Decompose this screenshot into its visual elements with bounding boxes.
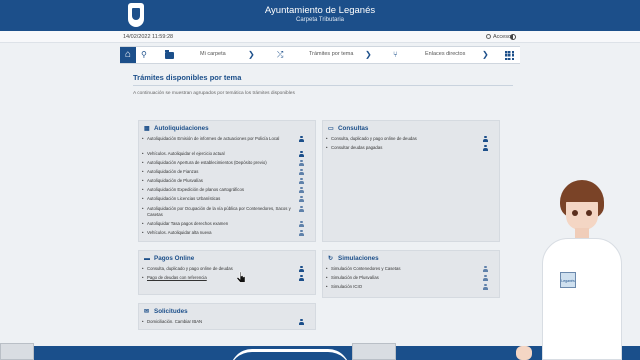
branch-icon[interactable]: ⑂	[393, 49, 398, 61]
mouse-cursor-icon	[237, 271, 246, 283]
footer-building-right	[352, 343, 396, 360]
user-icon	[483, 275, 488, 281]
card-title: Solicitudes	[154, 308, 188, 315]
list-item[interactable]: Consulta, duplicado y pago online de deu…	[142, 266, 292, 272]
list-item[interactable]: Autoliquidación de Fianzas	[142, 169, 292, 175]
user-icon	[483, 145, 488, 151]
user-icon	[483, 136, 488, 142]
user-icon	[299, 221, 304, 227]
list-item[interactable]: Consulta, duplicado y pago online de deu…	[326, 136, 476, 142]
user-icon	[299, 266, 304, 272]
grid-menu-icon[interactable]	[505, 51, 514, 60]
list-item[interactable]: Consultar deudas pagadas	[326, 145, 476, 151]
list-item[interactable]: Vehículos. Autoliquidar alta nueva	[142, 230, 292, 236]
user-icon	[483, 284, 488, 290]
list-item[interactable]: Simulación ICIO	[326, 284, 476, 290]
card-pagos-online: ▬ Pagos Online Consulta, duplicado y pago…	[138, 250, 316, 295]
user-icon	[299, 136, 304, 142]
user-icon	[299, 187, 304, 193]
card-title: Autoliquidaciones	[154, 125, 209, 132]
card-consultas: ▭ Consultas Consulta, duplicado y pago on…	[322, 120, 500, 242]
card-title: Pagos Online	[154, 255, 195, 262]
user-icon	[299, 275, 304, 281]
envelope-icon: ✉	[144, 309, 150, 315]
info-bar: 14/02/2022 11:59:28 Acceso	[0, 31, 640, 43]
card-header: ▬ Pagos Online	[144, 255, 194, 262]
list-item[interactable]: Autoliquidación Apertura de establecimie…	[142, 160, 292, 166]
calculator-icon: ▦	[144, 126, 150, 132]
site-title: Ayuntamiento de Leganés	[264, 5, 376, 16]
nav-item-tramites-por-tema[interactable]: Trámites por tema	[309, 51, 353, 57]
card-simulaciones: ↻ Simulaciones Simulación Contenedores y …	[322, 250, 500, 298]
contrast-toggle-icon[interactable]	[510, 34, 516, 40]
avatar-hand	[516, 346, 532, 360]
card-header: ✉ Solicitudes	[144, 308, 188, 315]
main-nav: ⌂ ⚲ Mi carpeta ❯ ⤮ Trámites por tema ❯ ⑂…	[120, 46, 520, 64]
card-solicitudes: ✉ Solicitudes Domiciliación. Cambiar IBAN	[138, 303, 316, 330]
user-icon	[299, 178, 304, 184]
card-header: ↻ Simulaciones	[328, 255, 379, 262]
card-title: Consultas	[338, 125, 369, 132]
card-autoliquidaciones: ▦ Autoliquidaciones Autoliquidación Emisi…	[138, 120, 316, 242]
user-icon	[299, 319, 304, 325]
user-icon	[299, 160, 304, 166]
list-item[interactable]: Autoliquidación Emisión de informes de a…	[142, 136, 292, 142]
user-icon	[299, 169, 304, 175]
avatar-shirt-logo: Leganés	[560, 272, 576, 288]
site-header: Ayuntamiento de Leganés Carpeta Tributar…	[0, 0, 640, 31]
page-description: A continuación se muestran agrupados por…	[133, 91, 295, 96]
list-item[interactable]: Autoliquidación Licencias Urbanísticas	[142, 196, 292, 202]
refresh-icon: ↻	[328, 256, 334, 262]
list-item[interactable]: Pago de deudas con referencia	[142, 275, 292, 281]
list-item[interactable]: Vehículos. Autoliquidar el ejercicio act…	[142, 151, 292, 157]
user-icon	[299, 230, 304, 236]
list-item[interactable]: Simulación de Plusvalías	[326, 275, 476, 281]
card-header: ▦ Autoliquidaciones	[144, 125, 209, 132]
folder-icon[interactable]	[165, 50, 174, 59]
avatar-shirt	[542, 238, 622, 360]
card-icon: ▬	[144, 256, 150, 262]
list-item[interactable]: Domiciliación. Cambiar IBAN	[142, 319, 292, 325]
footer-building-left	[0, 343, 34, 360]
user-icon	[299, 196, 304, 202]
avatar-bangs	[562, 188, 602, 202]
access-link[interactable]: Acceso	[486, 33, 512, 40]
card-title: Simulaciones	[338, 255, 379, 262]
nav-item-enlaces-directos[interactable]: Enlaces directos	[425, 51, 465, 57]
search-icon[interactable]: ⚲	[141, 49, 147, 61]
home-icon: ⌂	[124, 49, 132, 60]
access-label: Acceso	[493, 33, 512, 40]
site-subtitle: Carpeta Tributaria	[295, 17, 345, 23]
user-icon	[486, 33, 491, 39]
chevron-right-icon[interactable]: ❯	[482, 49, 489, 61]
chevron-right-icon[interactable]: ❯	[248, 49, 255, 61]
user-icon	[299, 206, 304, 212]
avatar-eye	[586, 210, 592, 216]
nav-item-mi-carpeta[interactable]: Mi carpeta	[200, 51, 226, 57]
list-item[interactable]: Autoliquidar Tasa pagos derechos examen	[142, 221, 292, 227]
list-item[interactable]: Simulación Contenedores y Casetas	[326, 266, 476, 272]
list-item[interactable]: Autoliquidación por Ocupación de la vía …	[142, 206, 292, 217]
user-icon	[483, 266, 488, 272]
card-header: ▭ Consultas	[328, 125, 368, 132]
chevron-right-icon[interactable]: ❯	[365, 49, 372, 61]
footer-decoration	[230, 349, 350, 360]
shuffle-icon[interactable]: ⤮	[277, 49, 283, 61]
list-item[interactable]: Autoliquidación de Plusvalías	[142, 178, 292, 184]
title-divider	[133, 85, 513, 86]
presenter-avatar: Leganés	[516, 180, 640, 360]
home-button[interactable]: ⌂	[120, 47, 136, 63]
list-item[interactable]: Autoliquidación Expedición de planos car…	[142, 187, 292, 193]
page-title: Trámites disponibles por tema	[133, 73, 242, 82]
user-icon	[299, 151, 304, 157]
chat-icon: ▭	[328, 126, 334, 132]
avatar-eye	[572, 210, 578, 216]
current-datetime: 14/02/2022 11:59:28	[123, 33, 174, 40]
